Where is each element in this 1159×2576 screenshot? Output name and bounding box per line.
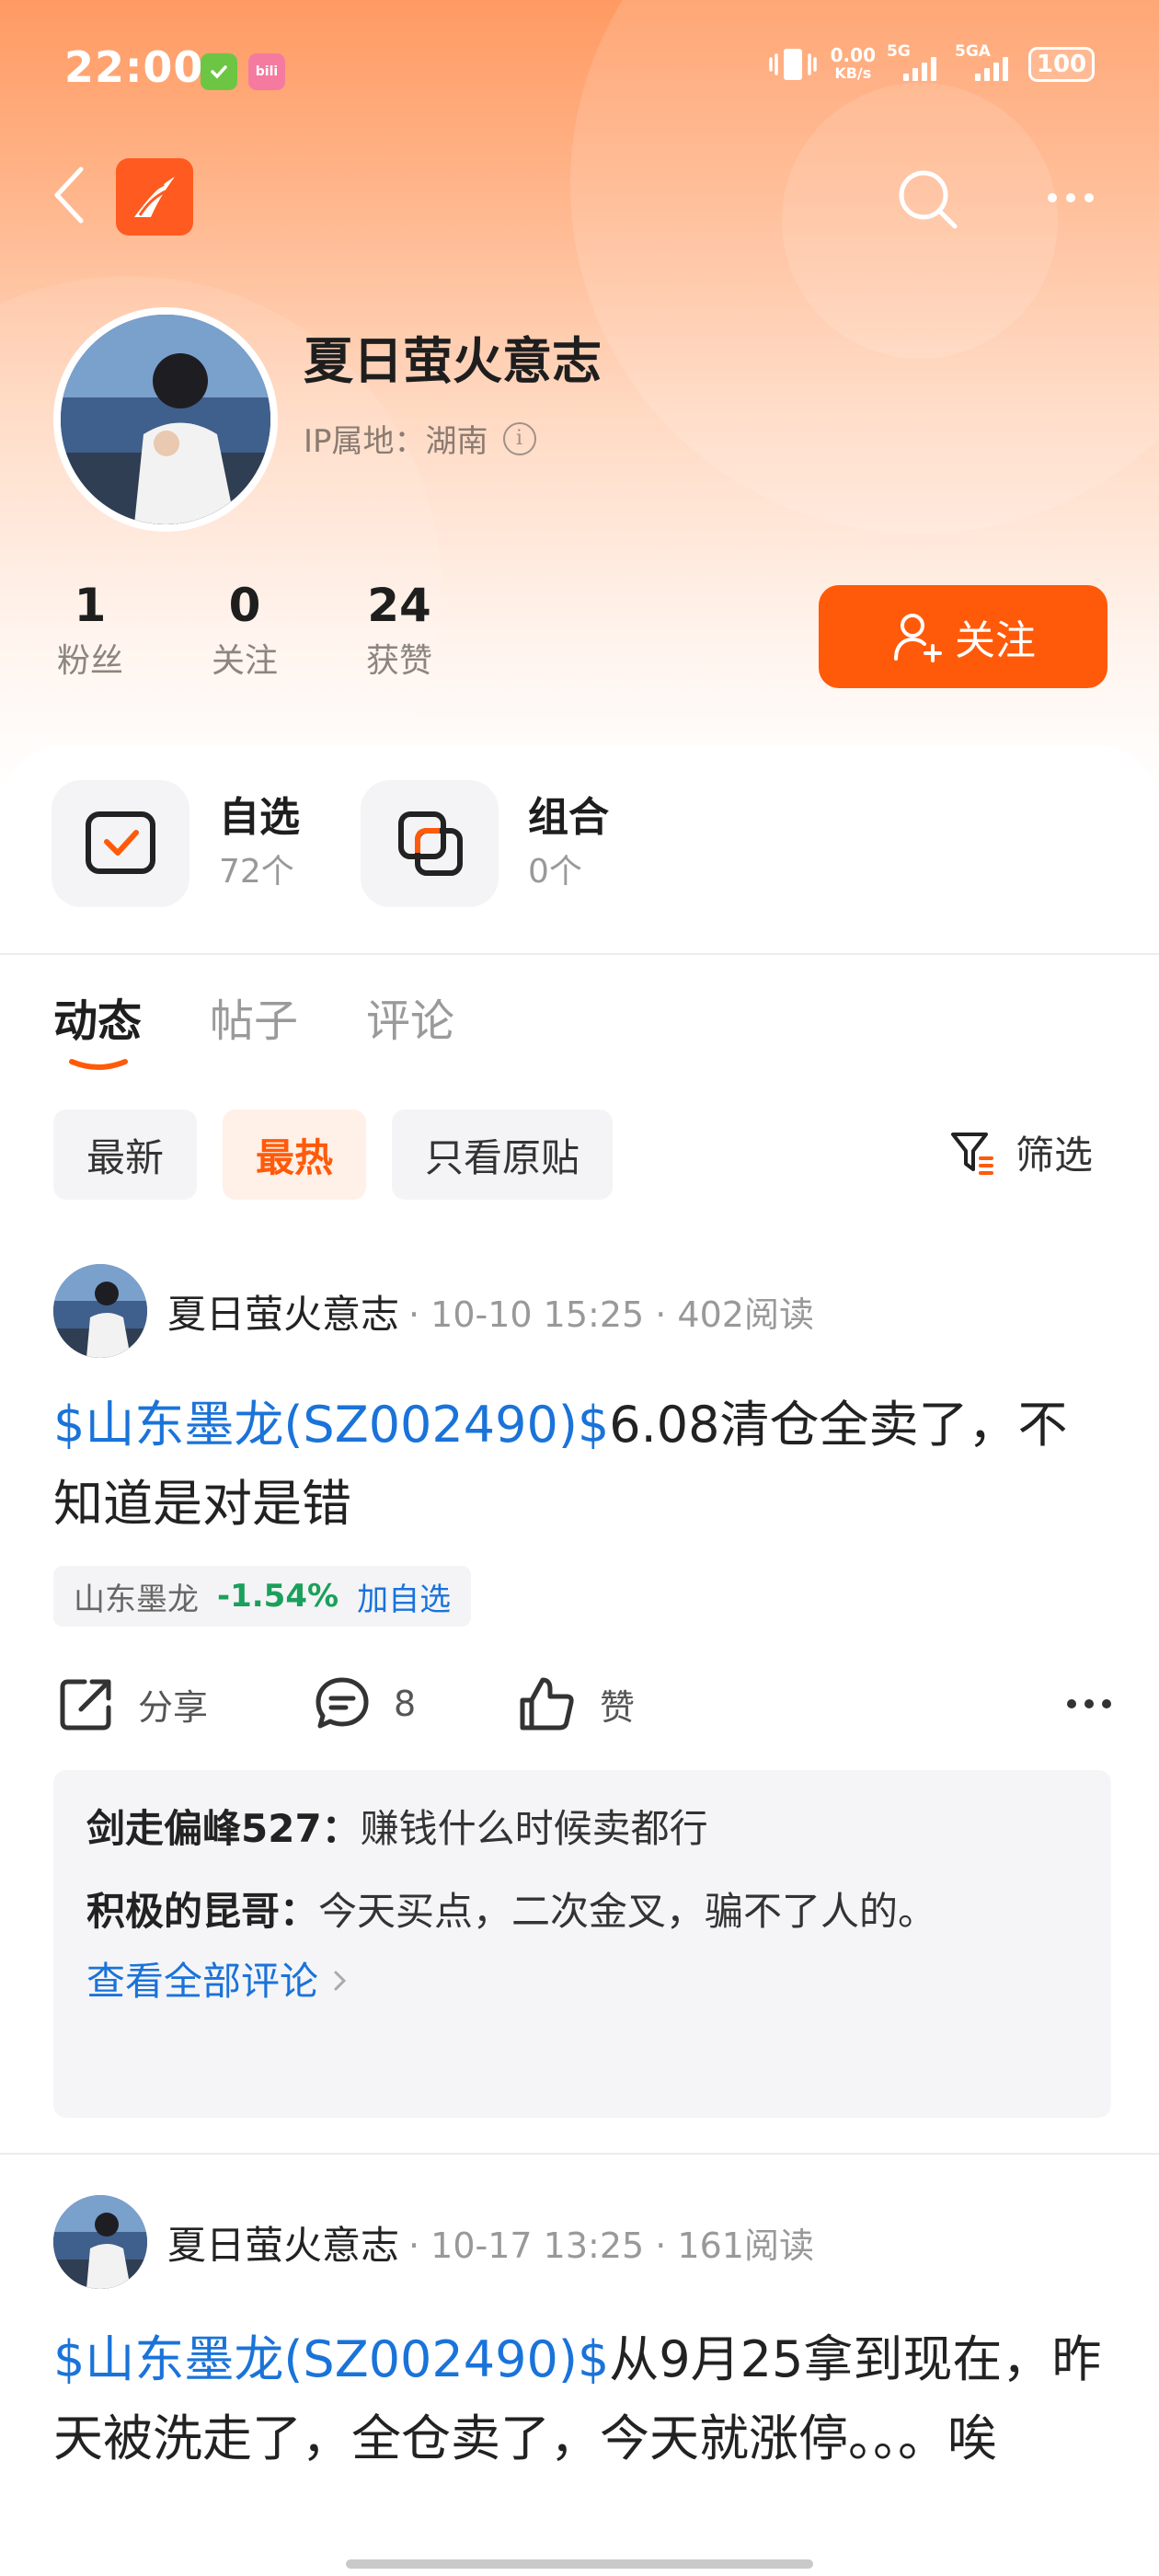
comment-count: 8 bbox=[394, 1684, 417, 1724]
quick-link-count: 72个 bbox=[219, 853, 294, 891]
stat-value: 1 bbox=[74, 579, 107, 632]
search-button[interactable] bbox=[889, 160, 966, 237]
stat-following[interactable]: 0 关注 bbox=[180, 578, 309, 686]
stock-tag-name: 山东墨龙 bbox=[74, 1581, 199, 1618]
comment-icon bbox=[316, 1677, 369, 1729]
filter-button[interactable]: 筛选 bbox=[947, 1124, 1093, 1180]
chevron-left-icon bbox=[54, 167, 84, 224]
stat-value: 0 bbox=[228, 579, 261, 632]
search-icon bbox=[899, 170, 958, 229]
status-time: 22:00 bbox=[64, 42, 204, 92]
app-notification-icon bbox=[201, 53, 237, 90]
chip-hottest[interactable]: 最热 bbox=[223, 1110, 367, 1200]
add-user-icon bbox=[894, 614, 942, 662]
ip-location: IP属地：湖南 i bbox=[304, 416, 536, 461]
signal-5g-label: 5G bbox=[887, 42, 911, 61]
ip-location-label: IP属地：湖南 bbox=[304, 423, 488, 460]
filter-label: 筛选 bbox=[1016, 1133, 1094, 1178]
chip-original-only[interactable]: 只看原贴 bbox=[392, 1110, 614, 1200]
net-speed: 0.00 KB/s bbox=[831, 46, 876, 83]
filter-icon bbox=[951, 1132, 993, 1175]
home-indicator[interactable] bbox=[346, 2559, 813, 2569]
stat-label: 粉丝 bbox=[56, 642, 123, 680]
divider bbox=[0, 953, 1159, 955]
share-button[interactable]: 分享 bbox=[57, 1667, 208, 1741]
stock-link[interactable]: $山东墨龙(SZ002490)$ bbox=[53, 2330, 609, 2388]
stat-followers[interactable]: 1 粉丝 bbox=[26, 578, 155, 686]
comment-user[interactable]: 剑走偏峰527： bbox=[86, 1806, 361, 1851]
bilibili-notification-icon: bili bbox=[248, 53, 285, 90]
stat-value: 24 bbox=[367, 579, 431, 632]
signal-5ga-label: 5GA bbox=[955, 42, 991, 61]
author-avatar[interactable] bbox=[53, 1264, 147, 1358]
active-tab-indicator bbox=[69, 1059, 128, 1070]
app-logo[interactable] bbox=[116, 158, 193, 236]
post-meta: · 10-17 13:25 · 161阅读 bbox=[408, 2225, 814, 2266]
chip-latest[interactable]: 最新 bbox=[53, 1110, 198, 1200]
post-body[interactable]: $山东墨龙(SZ002490)$6.08清仓全卖了，不知道是对是错 bbox=[53, 1386, 1111, 1544]
more-options-button[interactable] bbox=[1034, 175, 1107, 221]
thumbs-up-icon bbox=[520, 1677, 574, 1731]
stock-link[interactable]: $山东墨龙(SZ002490)$ bbox=[53, 1396, 609, 1454]
quick-link-title: 组合 bbox=[528, 794, 609, 841]
quick-link-portfolio[interactable]: 组合 0个 bbox=[361, 780, 609, 907]
net-speed-value: 0.00 bbox=[830, 44, 876, 66]
author-avatar[interactable] bbox=[53, 2195, 147, 2289]
quick-link-watchlist[interactable]: 自选 72个 bbox=[52, 780, 300, 907]
signal-5ga-icon: 5GA bbox=[955, 42, 1016, 81]
username: 夏日萤火意志 bbox=[304, 332, 602, 390]
post-more-button[interactable] bbox=[1067, 1667, 1111, 1741]
profile-avatar[interactable] bbox=[53, 307, 278, 532]
post-meta: · 10-10 15:25 · 402阅读 bbox=[408, 1294, 814, 1335]
signal-5g-icon: 5G bbox=[887, 42, 944, 81]
post-header: 夏日萤火意志 · 10-17 13:25 · 161阅读 bbox=[53, 2195, 814, 2289]
portfolio-icon bbox=[361, 780, 499, 907]
stock-tag-change: -1.54% bbox=[217, 1578, 339, 1615]
tab-activity[interactable]: 动态 bbox=[53, 984, 142, 1049]
stat-label: 获赞 bbox=[365, 642, 432, 680]
follow-label: 关注 bbox=[955, 617, 1036, 664]
battery-icon: 100 bbox=[1028, 47, 1095, 82]
stat-label: 关注 bbox=[211, 642, 278, 680]
view-all-label: 查看全部评论 bbox=[86, 1959, 319, 2004]
net-speed-unit: KB/s bbox=[834, 64, 872, 82]
watchlist-icon bbox=[52, 780, 189, 907]
back-button[interactable] bbox=[44, 162, 96, 228]
chevron-right-icon bbox=[334, 1971, 347, 1991]
post-actions: 分享 8 赞 bbox=[53, 1667, 1111, 1741]
sort-chips: 最新 最热 只看原贴 bbox=[53, 1110, 614, 1200]
follow-button[interactable]: 关注 bbox=[819, 585, 1107, 688]
stock-tag[interactable]: 山东墨龙 -1.54% 加自选 bbox=[53, 1566, 472, 1627]
post-body[interactable]: $山东墨龙(SZ002490)$从9月25拿到现在，昨天被洗走了，全仓卖了，今天… bbox=[53, 2320, 1111, 2478]
tab-posts[interactable]: 帖子 bbox=[210, 984, 298, 1049]
like-button[interactable]: 赞 bbox=[517, 1667, 635, 1741]
quick-link-count: 0个 bbox=[528, 853, 582, 891]
quick-link-title: 自选 bbox=[219, 794, 300, 841]
share-icon bbox=[60, 1679, 111, 1731]
view-all-comments-link[interactable]: 查看全部评论 bbox=[86, 1949, 1078, 2015]
comment-item[interactable]: 积极的昆哥：今天买点，二次金叉，骗不了人的。 bbox=[86, 1879, 1016, 1945]
tab-comments[interactable]: 评论 bbox=[366, 984, 454, 1049]
share-label: 分享 bbox=[138, 1686, 209, 1728]
status-icons: 0.00 KB/s 5G 5GA 100 bbox=[768, 42, 1095, 83]
comment-item[interactable]: 剑走偏峰527：赚钱什么时候卖都行 bbox=[86, 1796, 1078, 1862]
post-header: 夏日萤火意志 · 10-10 15:25 · 402阅读 bbox=[53, 1264, 814, 1358]
app-logo-icon bbox=[132, 177, 175, 217]
comment-button[interactable]: 8 bbox=[313, 1667, 416, 1741]
comment-user[interactable]: 积极的昆哥： bbox=[86, 1889, 318, 1934]
vibrate-icon bbox=[768, 49, 817, 80]
add-watchlist-link[interactable]: 加自选 bbox=[357, 1574, 451, 1619]
comments-preview: 剑走偏峰527：赚钱什么时候卖都行 积极的昆哥：今天买点，二次金叉，骗不了人的。… bbox=[53, 1770, 1111, 2118]
stat-likes[interactable]: 24 获赞 bbox=[335, 578, 464, 686]
status-bar: 22:00 bili 0.00 KB/s 5G 5GA 100 bbox=[0, 0, 1159, 138]
comment-text: 今天买点，二次金叉，骗不了人的。 bbox=[318, 1889, 937, 1934]
post-author[interactable]: 夏日萤火意志 bbox=[167, 1283, 399, 1340]
comment-text: 赚钱什么时候卖都行 bbox=[360, 1806, 708, 1851]
post-divider bbox=[0, 2153, 1159, 2155]
post-author[interactable]: 夏日萤火意志 bbox=[167, 2214, 399, 2271]
content-tabs: 动态 帖子 评论 bbox=[53, 984, 454, 1049]
like-label: 赞 bbox=[600, 1686, 636, 1728]
info-icon[interactable]: i bbox=[502, 421, 536, 455]
